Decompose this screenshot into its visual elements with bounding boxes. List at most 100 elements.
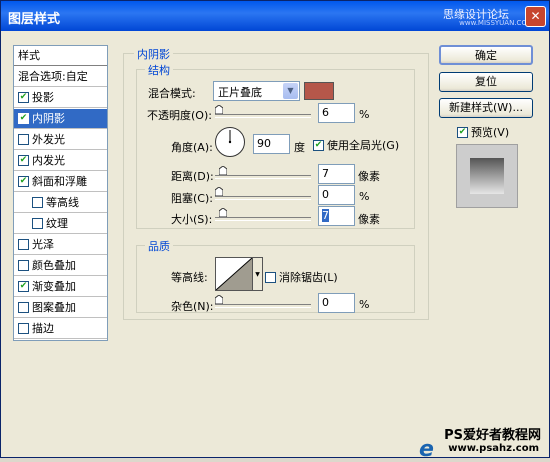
style-list-item[interactable]: 纹理 bbox=[14, 214, 107, 234]
style-list: 样式 混合选项:自定 ✔ 投影 ✔ 内阴影 外发光 ✔ 内发光 ✔ 斜面和浮雕 等高线 纹理 光泽 颜色叠… bbox=[13, 45, 108, 341]
distance-input[interactable]: 7 bbox=[318, 164, 355, 184]
preview-label: 预览(V) bbox=[471, 126, 510, 139]
style-list-label: 颜色叠加 bbox=[32, 259, 76, 272]
layer-style-dialog: 图层样式 思缘设计论坛 www.MISSYUAN.COM ✕ 样式 混合选项:自… bbox=[0, 0, 550, 462]
section-title: 内阴影 bbox=[134, 46, 173, 62]
angle-label: 角度(A): bbox=[171, 141, 213, 154]
choke-unit: % bbox=[359, 190, 370, 203]
choke-label: 阻塞(C): bbox=[171, 192, 213, 205]
size-slider[interactable] bbox=[215, 217, 311, 221]
style-list-item[interactable]: 等高线 bbox=[14, 193, 107, 213]
size-slider-thumb[interactable] bbox=[219, 208, 227, 217]
distance-label: 距离(D): bbox=[171, 170, 214, 183]
style-list-label: 渐变叠加 bbox=[32, 280, 76, 293]
distance-slider-thumb[interactable] bbox=[219, 166, 227, 175]
angle-unit: 度 bbox=[294, 141, 305, 154]
noise-label: 杂色(N): bbox=[171, 300, 214, 313]
watermark-url: www.MISSYUAN.COM bbox=[459, 19, 533, 27]
global-light-check[interactable]: ✔ bbox=[313, 139, 324, 151]
style-list-item[interactable]: ✔ 内发光 bbox=[14, 151, 107, 171]
distance-unit: 像素 bbox=[358, 170, 380, 183]
angle-dial[interactable] bbox=[215, 127, 245, 157]
opacity-label: 不透明度(O): bbox=[147, 109, 212, 122]
blend-color-swatch[interactable] bbox=[304, 82, 334, 100]
style-list-label: 投影 bbox=[32, 91, 54, 104]
size-value: 7 bbox=[322, 209, 329, 222]
style-list-item[interactable]: ✔ 斜面和浮雕 bbox=[14, 172, 107, 192]
preview-check[interactable]: ✔ bbox=[457, 126, 468, 138]
ok-button[interactable]: 确定 bbox=[439, 45, 533, 65]
size-unit: 像素 bbox=[358, 213, 380, 226]
site-logo-text: PS爱好者教程网 bbox=[444, 428, 541, 443]
style-checkbox[interactable]: ✔ bbox=[18, 91, 29, 103]
contour-picker[interactable] bbox=[215, 257, 253, 291]
structure-legend: 结构 bbox=[145, 62, 173, 78]
style-list-label: 图案叠加 bbox=[32, 301, 76, 314]
opacity-slider[interactable] bbox=[215, 114, 311, 118]
blend-mode-select[interactable]: 正片叠底 ▼ bbox=[213, 81, 300, 101]
style-list-header: 样式 bbox=[14, 46, 107, 66]
antialias-checkbox[interactable]: 消除锯齿(L) bbox=[265, 269, 338, 285]
style-checkbox[interactable] bbox=[32, 217, 43, 229]
style-list-label: 内阴影 bbox=[32, 112, 65, 125]
style-list-item[interactable]: 图案叠加 bbox=[14, 298, 107, 318]
style-checkbox[interactable] bbox=[18, 259, 29, 271]
angle-input[interactable]: 90 bbox=[253, 134, 290, 154]
dialog-title: 图层样式 bbox=[8, 12, 61, 27]
style-checkbox[interactable] bbox=[18, 322, 29, 334]
angle-indicator-icon bbox=[228, 130, 232, 144]
distance-slider[interactable] bbox=[215, 175, 311, 179]
new-style-button[interactable]: 新建样式(W)... bbox=[439, 98, 533, 118]
noise-slider-thumb[interactable] bbox=[215, 295, 223, 304]
site-logo-url: www.psahz.com bbox=[448, 443, 539, 454]
style-checkbox[interactable] bbox=[32, 196, 43, 208]
style-list-label: 纹理 bbox=[46, 217, 68, 230]
style-list-item[interactable]: ✔ 投影 bbox=[14, 88, 107, 108]
contour-curve-icon bbox=[215, 257, 253, 291]
style-checkbox[interactable] bbox=[18, 133, 29, 145]
site-logo-mark: e bbox=[419, 437, 434, 462]
style-checkbox[interactable]: ✔ bbox=[18, 154, 29, 166]
chevron-down-icon: ▼ bbox=[283, 83, 298, 99]
global-light-label: 使用全局光(G) bbox=[327, 139, 400, 152]
noise-unit: % bbox=[359, 298, 370, 311]
style-checkbox[interactable]: ✔ bbox=[18, 175, 29, 187]
quality-legend: 品质 bbox=[145, 238, 173, 254]
noise-slider[interactable] bbox=[215, 304, 311, 308]
antialias-check[interactable] bbox=[265, 271, 276, 283]
preview-checkbox[interactable]: ✔ 预览(V) bbox=[457, 124, 509, 140]
opacity-input[interactable]: 6 bbox=[318, 103, 355, 123]
reset-button[interactable]: 复位 bbox=[439, 72, 533, 92]
style-checkbox[interactable] bbox=[18, 238, 29, 250]
style-list-item[interactable]: 描边 bbox=[14, 319, 107, 339]
global-light-checkbox[interactable]: ✔ 使用全局光(G) bbox=[313, 137, 399, 153]
style-list-item[interactable]: ✔ 渐变叠加 bbox=[14, 277, 107, 297]
style-list-item[interactable]: ✔ 内阴影 bbox=[14, 109, 107, 129]
choke-input[interactable]: 0 bbox=[318, 185, 355, 205]
preview-swatch bbox=[470, 158, 504, 194]
style-checkbox[interactable] bbox=[18, 301, 29, 313]
style-list-item[interactable]: 颜色叠加 bbox=[14, 256, 107, 276]
style-checkbox[interactable]: ✔ bbox=[18, 280, 29, 292]
style-preview-thumbnail bbox=[456, 144, 518, 208]
blend-mode-label: 混合模式: bbox=[148, 87, 196, 100]
contour-label: 等高线: bbox=[171, 271, 208, 284]
style-list-item[interactable]: 外发光 bbox=[14, 130, 107, 150]
contour-dropdown-button[interactable]: ▼ bbox=[253, 257, 263, 291]
style-list-label: 外发光 bbox=[32, 133, 65, 146]
choke-slider-thumb[interactable] bbox=[215, 187, 223, 196]
style-list-label: 混合选项:自定 bbox=[18, 70, 88, 83]
style-list-item[interactable]: 混合选项:自定 bbox=[14, 67, 107, 87]
title-bar[interactable]: 图层样式 思缘设计论坛 www.MISSYUAN.COM ✕ bbox=[1, 1, 549, 31]
blend-mode-value: 正片叠底 bbox=[218, 86, 262, 99]
style-list-label: 斜面和浮雕 bbox=[32, 175, 87, 188]
style-checkbox[interactable]: ✔ bbox=[18, 112, 29, 124]
choke-slider[interactable] bbox=[215, 196, 311, 200]
style-list-label: 内发光 bbox=[32, 154, 65, 167]
noise-input[interactable]: 0 bbox=[318, 293, 355, 313]
opacity-slider-thumb[interactable] bbox=[215, 105, 223, 114]
style-list-item[interactable]: 光泽 bbox=[14, 235, 107, 255]
size-input[interactable]: 7 bbox=[318, 206, 355, 226]
size-label: 大小(S): bbox=[171, 213, 213, 226]
close-button[interactable]: ✕ bbox=[525, 6, 546, 27]
